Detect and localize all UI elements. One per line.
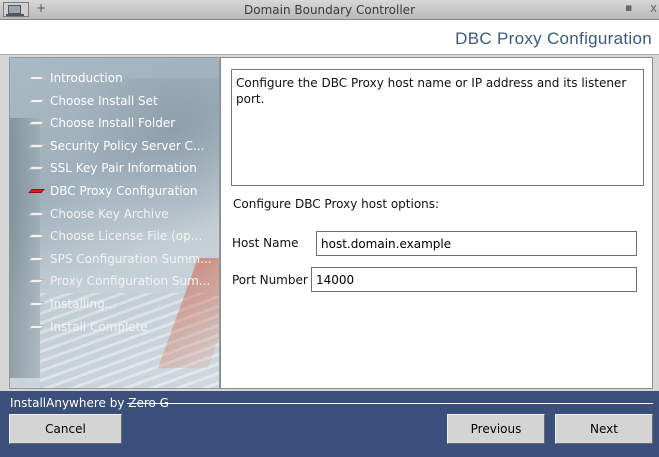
options-label: Configure DBC Proxy host options: [233,197,440,211]
step-item: Security Policy Server C... [10,138,219,161]
step-item: Install Complete [10,319,219,342]
previous-button[interactable]: Previous [447,414,545,444]
step-label: DBC Proxy Configuration [50,183,198,198]
step-label: SPS Configuration Summ... [50,251,212,266]
step-item: Choose Install Set [10,93,219,116]
step-marker-icon [28,256,45,261]
step-marker-icon [28,143,45,148]
title-bar: + Domain Boundary Controller ▪ x [0,0,659,20]
content-panel: Configure the DBC Proxy host name or IP … [220,57,653,389]
next-button[interactable]: Next [555,414,653,444]
step-label: Introduction [50,71,123,85]
step-item: Choose License File (op... [10,228,219,251]
step-marker-icon [28,234,45,239]
step-label: Choose Key Archive [50,206,169,221]
minimize-icon[interactable]: ▪ [625,1,632,14]
step-item: Introduction [10,70,219,93]
page-header: DBC Proxy Configuration [0,20,659,55]
step-marker-icon [28,166,45,171]
footer-divider [127,403,653,404]
step-item: Proxy Configuration Sum... [10,273,219,296]
page-title: DBC Proxy Configuration [455,29,652,48]
port-number-input[interactable] [311,267,637,292]
step-marker-icon [28,301,45,306]
host-name-label: Host Name [232,236,299,250]
step-label: SSL Key Pair Information [50,161,197,176]
step-label: Choose Install Set [50,93,158,108]
description-box: Configure the DBC Proxy host name or IP … [231,69,644,186]
step-item: SPS Configuration Summ... [10,251,219,274]
install-steps-sidebar: Introduction Choose Install Set Choose Ins… [9,57,220,389]
window-title: Domain Boundary Controller [243,3,415,17]
active-step-marker-icon [28,188,45,193]
step-marker-icon [28,76,45,80]
step-label: Install Complete [50,319,148,334]
host-name-input[interactable] [316,231,637,256]
step-marker-icon [28,121,45,126]
step-label: Security Policy Server C... [50,138,205,153]
step-item: SSL Key Pair Information [10,160,219,183]
step-item: Installing... [10,296,219,319]
cancel-button[interactable]: Cancel [9,414,122,444]
steps-list: Introduction Choose Install Set Choose Ins… [10,70,219,342]
port-number-label: Port Number [232,273,308,287]
step-item: Choose Key Archive [10,206,219,229]
step-marker-icon [28,211,45,216]
step-label: Choose License File (op... [50,229,203,244]
step-item: DBC Proxy Configuration [10,183,219,206]
step-marker-icon [28,324,45,329]
step-label: Installing... [50,296,117,311]
step-marker-icon [28,98,45,103]
step-item: Choose Install Folder [10,115,219,138]
step-marker-icon [28,279,45,284]
step-label: Choose Install Folder [50,116,176,131]
step-label: Proxy Configuration Sum... [50,274,211,289]
close-icon[interactable]: x [650,1,657,15]
